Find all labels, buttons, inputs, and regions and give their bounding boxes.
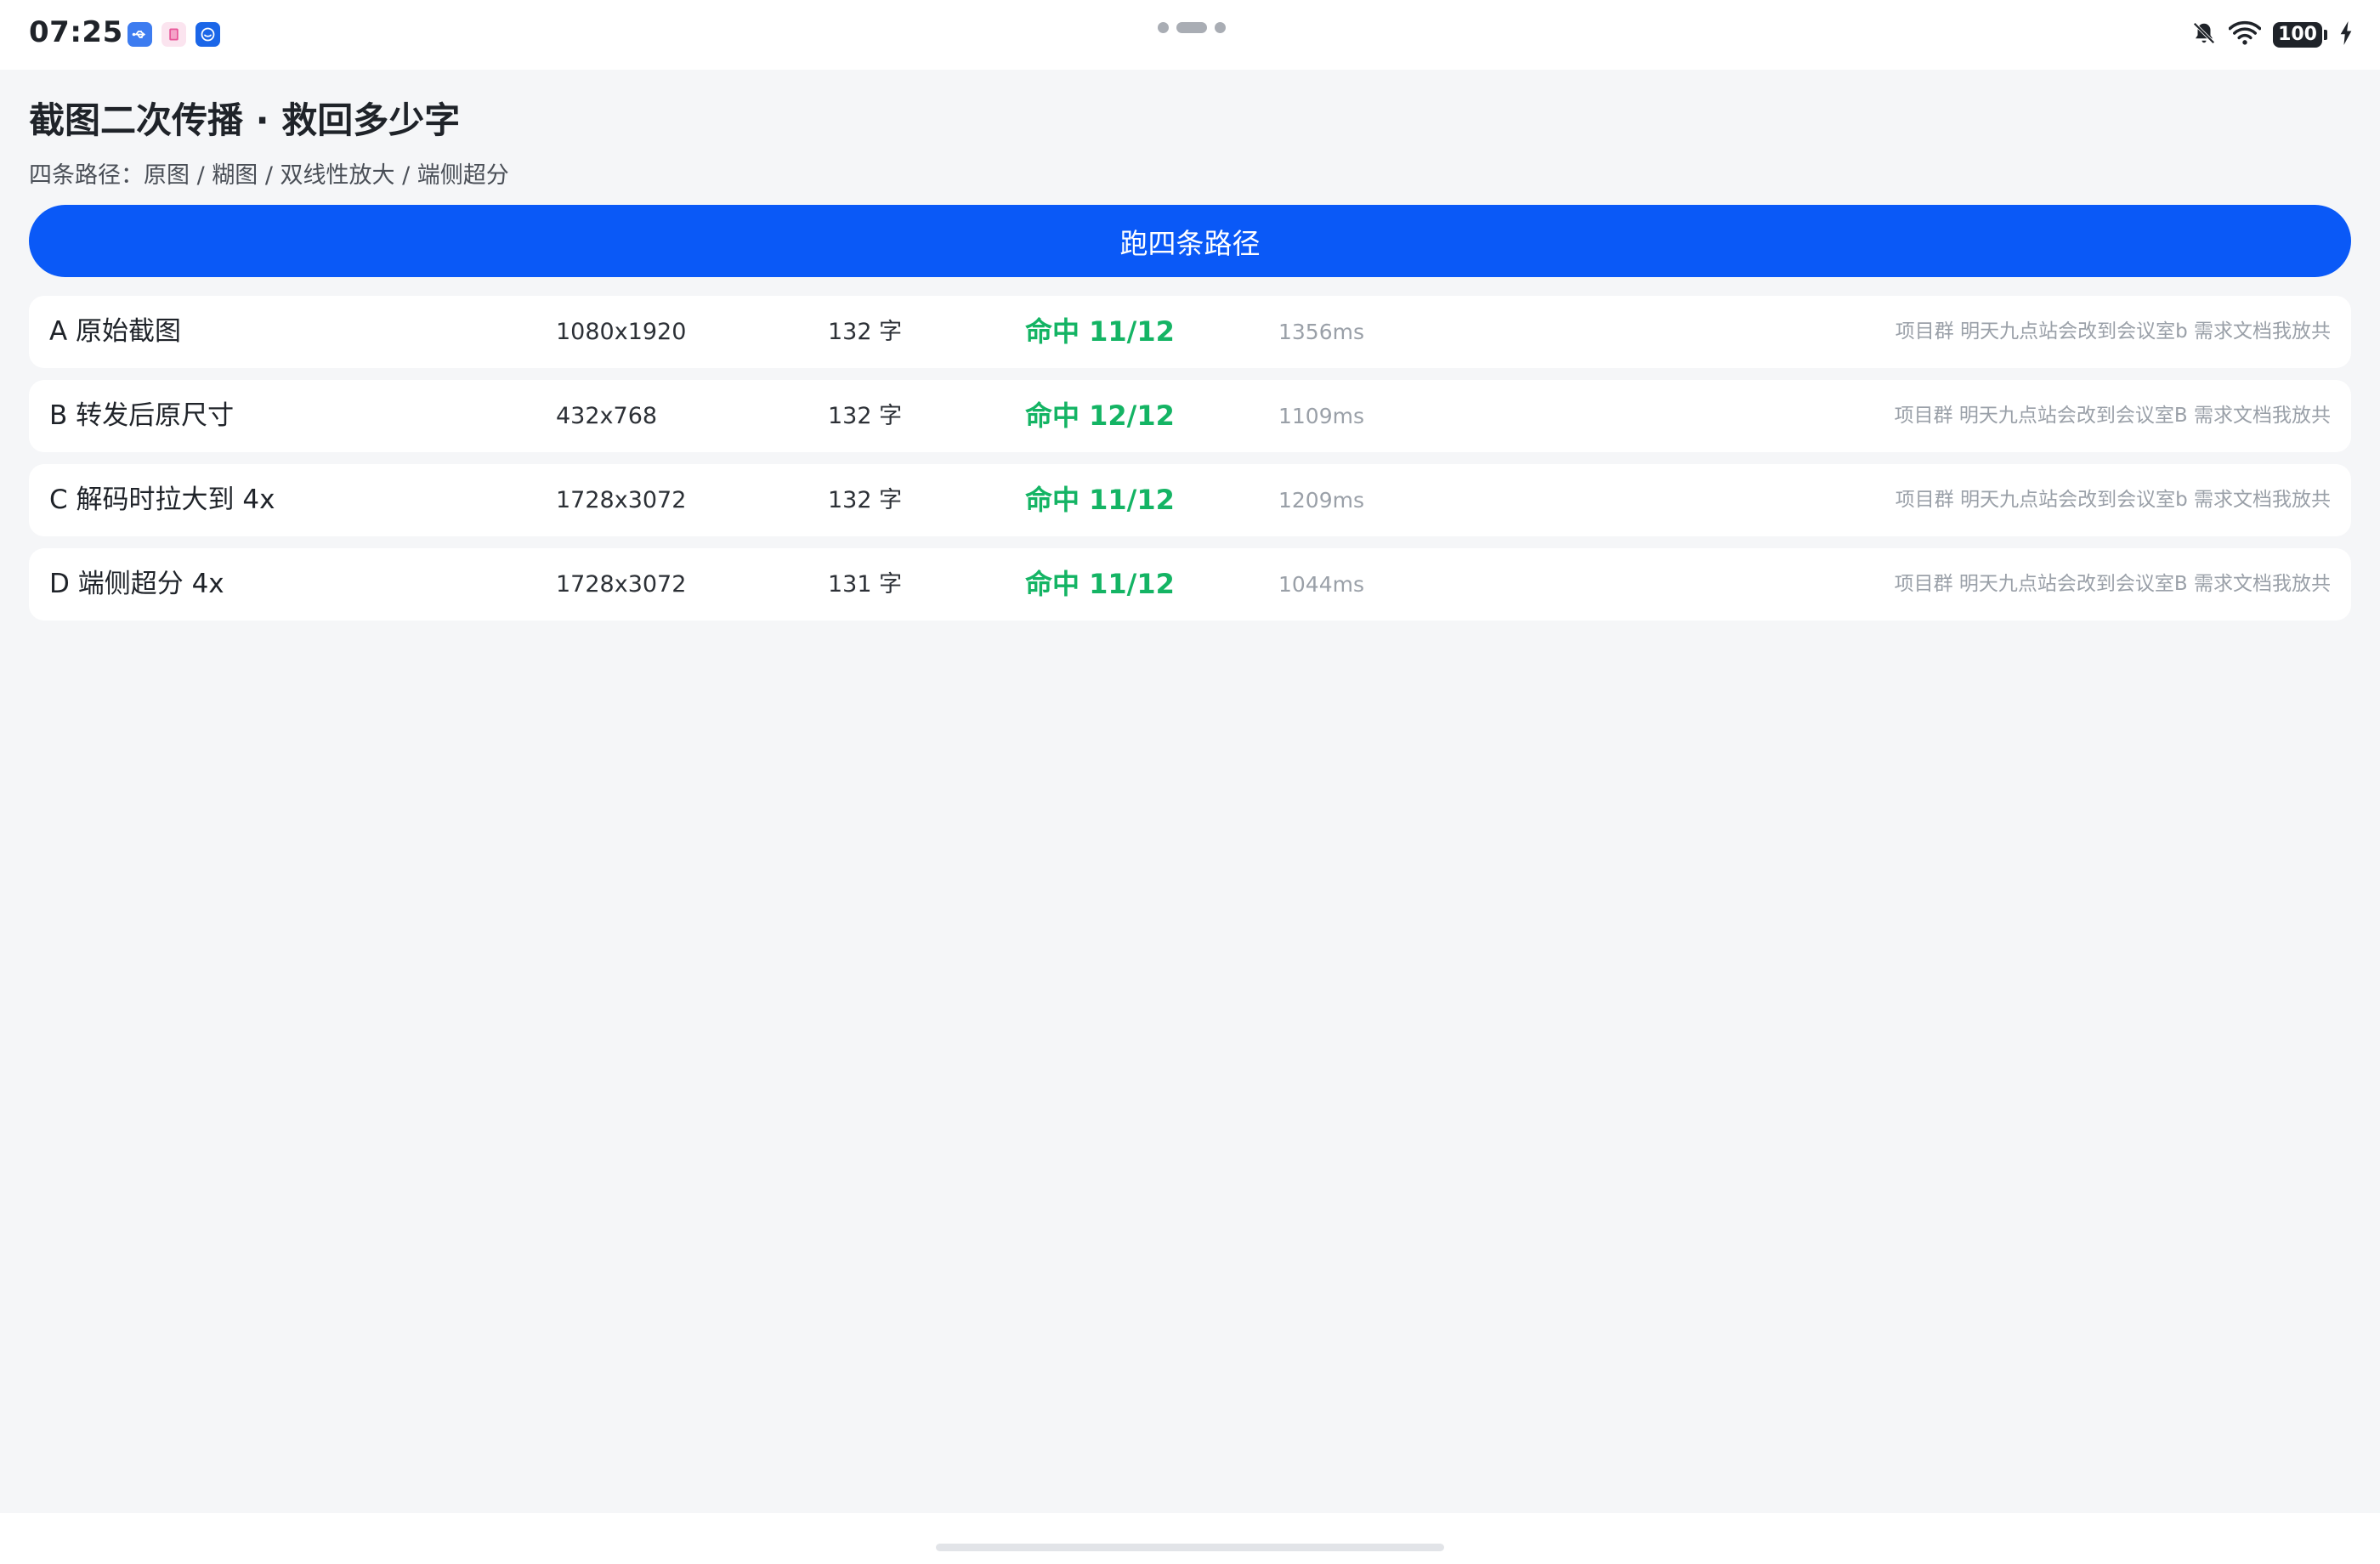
battery-level: 100	[2273, 22, 2322, 48]
result-path-name: A 原始截图	[49, 316, 182, 347]
result-char-count: 132 字	[828, 487, 903, 513]
status-app-icons	[128, 22, 220, 47]
result-latency: 1109ms	[1278, 404, 1365, 428]
result-path-name: C 解码时拉大到 4x	[49, 484, 275, 515]
battery-tip	[2324, 30, 2327, 40]
multitask-handle[interactable]	[1158, 22, 1226, 33]
run-four-paths-button[interactable]: 跑四条路径	[29, 205, 2351, 277]
usb-icon	[128, 22, 152, 47]
result-recognized-text: 项目群 明天九点站会改到会议室B 需求文档我放共	[1894, 405, 2331, 427]
charging-icon	[2339, 21, 2353, 48]
result-hit-rate: 命中 11/12	[1025, 568, 1175, 600]
result-char-count: 132 字	[828, 319, 903, 345]
result-resolution: 1728x3072	[556, 487, 687, 513]
bottom-navigation-area	[0, 1513, 2380, 1564]
assistant-icon	[196, 22, 220, 47]
status-indicators: 100	[2191, 20, 2353, 49]
result-latency: 1356ms	[1278, 320, 1365, 344]
result-latency: 1044ms	[1278, 572, 1365, 597]
result-path-name: D 端侧超分 4x	[49, 569, 224, 599]
result-hit-rate: 命中 11/12	[1025, 315, 1175, 348]
battery-icon: 100	[2273, 22, 2327, 48]
status-bar: 07:25 100	[0, 0, 2380, 70]
page-title: 截图二次传播 · 救回多少字	[29, 99, 461, 141]
status-time: 07:25	[29, 15, 123, 49]
result-path-name: B 转发后原尺寸	[49, 400, 235, 431]
multitask-pill-icon	[1176, 22, 1207, 33]
books-icon	[162, 22, 186, 47]
result-recognized-text: 项目群 明天九点站会改到会议室B 需求文档我放共	[1894, 573, 2331, 595]
result-hit-rate: 命中 11/12	[1025, 484, 1175, 516]
wifi-icon	[2228, 20, 2262, 49]
result-char-count: 131 字	[828, 571, 903, 598]
result-row-b: B 转发后原尺寸 432x768 132 字 命中 12/12 1109ms 项…	[29, 380, 2351, 452]
result-resolution: 1728x3072	[556, 571, 687, 598]
result-resolution: 432x768	[556, 403, 658, 429]
result-row-a: A 原始截图 1080x1920 132 字 命中 11/12 1356ms 项…	[29, 296, 2351, 368]
result-recognized-text: 项目群 明天九点站会改到会议室b 需求文档我放共	[1895, 489, 2331, 511]
result-row-c: C 解码时拉大到 4x 1728x3072 132 字 命中 11/12 120…	[29, 464, 2351, 536]
result-char-count: 132 字	[828, 403, 903, 429]
result-resolution: 1080x1920	[556, 319, 687, 345]
notifications-muted-icon	[2191, 20, 2217, 49]
result-hit-rate: 命中 12/12	[1025, 400, 1175, 432]
result-latency: 1209ms	[1278, 488, 1365, 513]
result-row-d: D 端侧超分 4x 1728x3072 131 字 命中 11/12 1044m…	[29, 548, 2351, 620]
result-recognized-text: 项目群 明天九点站会改到会议室b 需求文档我放共	[1895, 320, 2331, 343]
home-indicator[interactable]	[936, 1544, 1444, 1551]
multitask-dot-icon	[1215, 22, 1226, 33]
results-list: A 原始截图 1080x1920 132 字 命中 11/12 1356ms 项…	[29, 296, 2351, 632]
page-subtitle: 四条路径：原图 / 糊图 / 双线性放大 / 端侧超分	[29, 162, 509, 189]
multitask-dot-icon	[1158, 22, 1169, 33]
